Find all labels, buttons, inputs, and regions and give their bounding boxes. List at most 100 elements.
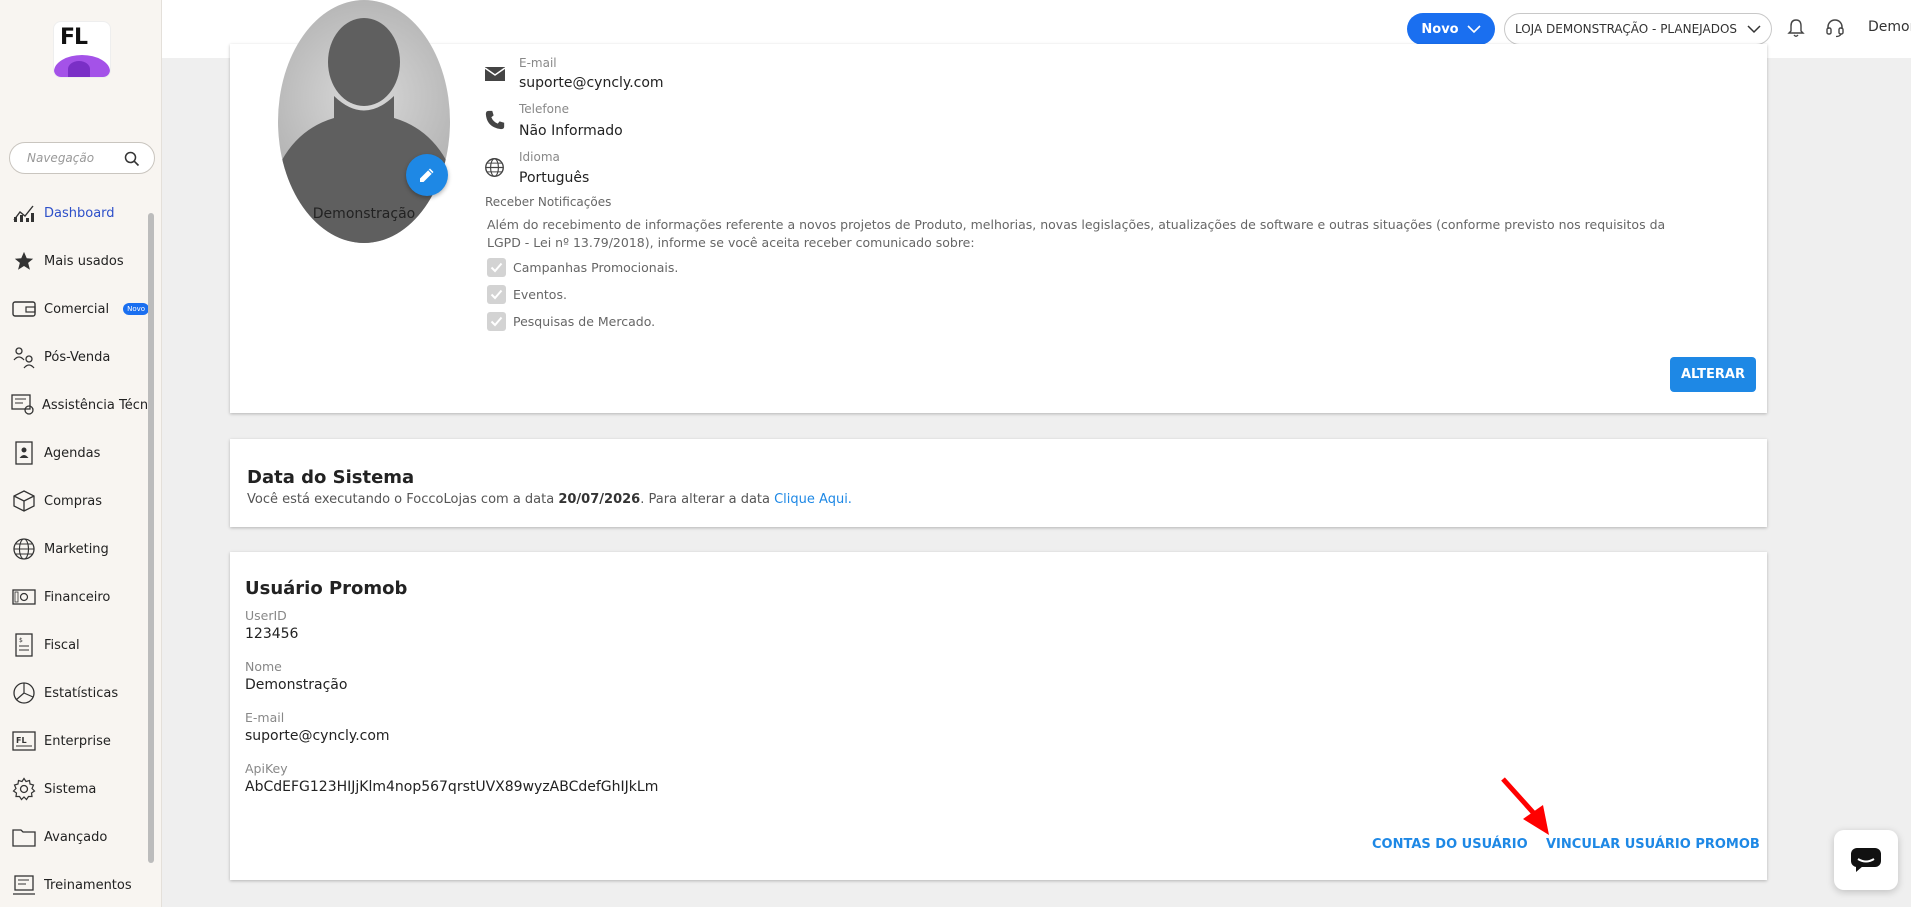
sidebar-item-financeiro[interactable]: Financeiro [0,577,150,617]
sidebar-item-label: Assistência Técn... [42,397,150,413]
checkbox[interactable] [487,312,506,331]
logo-text: FL [60,25,88,50]
alterar-button[interactable]: ALTERAR [1670,357,1756,392]
chevron-down-icon [1467,24,1481,33]
notifications-description: Além do recebimento de informações refer… [487,217,1666,250]
promob-email-label: E-mail [245,710,285,725]
chat-button[interactable] [1834,830,1898,890]
checkbox-campanhas[interactable]: Campanhas Promocionais. [487,258,678,277]
people-icon [11,344,37,370]
gear-icon [11,776,37,802]
pie-chart-icon [11,680,37,706]
checkbox[interactable] [487,285,506,304]
sidebar-item-label: Compras [44,493,103,509]
sidebar-item-label: Estatísticas [44,685,119,701]
money-icon [11,584,37,610]
bell-icon[interactable] [1787,18,1805,38]
email-label: E-mail [519,56,557,70]
navigation-search-input[interactable]: Navegação [9,142,155,174]
checkbox-eventos[interactable]: Eventos. [487,285,567,304]
system-date-card: Data do Sistema Você está executando o F… [230,439,1767,527]
new-badge: Novo [123,303,150,315]
check-icon [490,316,503,327]
checkbox[interactable] [487,258,506,277]
globe-icon [11,536,37,562]
user-menu-label: Demonstração [1868,19,1911,35]
sidebar-item-label: Fiscal [44,637,80,653]
language-label: Idioma [519,150,560,164]
promob-title: Usuário Promob [245,578,408,599]
sidebar-item-mais-usados[interactable]: Mais usados [0,241,150,281]
sidebar-item-comercial[interactable]: Comercial Novo [0,289,150,329]
notifications-title: Receber Notificações [485,195,612,209]
sidebar-item-agendas[interactable]: Agendas [0,433,150,473]
change-date-link[interactable]: Clique Aqui. [774,492,852,507]
phone-icon [485,110,505,130]
app-logo[interactable]: FL [54,22,110,77]
sidebar-item-treinamentos[interactable]: Treinamentos [0,865,150,905]
wallet-icon [11,296,37,322]
promob-email-value: suporte@cyncly.com [245,728,390,744]
sidebar-item-estatisticas[interactable]: Estatísticas [0,673,150,713]
assistance-icon [11,392,35,418]
sidebar-item-compras[interactable]: Compras [0,481,150,521]
check-icon [490,262,503,273]
sidebar-item-label: Avançado [44,829,108,845]
sidebar-item-label: Mais usados [44,253,124,269]
apikey-label: ApiKey [245,761,288,776]
sidebar-item-label: Comercial [44,301,110,317]
sidebar-item-pos-venda[interactable]: Pós-Venda [0,337,150,377]
language-value: Português [519,170,590,186]
edit-photo-button[interactable] [406,154,448,196]
sidebar-item-label: Dashboard [44,205,115,221]
new-button[interactable]: Novo [1407,13,1495,45]
sidebar-item-label: Marketing [44,541,109,557]
sidebar-item-label: Sistema [44,781,97,797]
userid-label: UserID [245,608,287,623]
headset-icon[interactable] [1825,18,1845,38]
sidebar-item-marketing[interactable]: Marketing [0,529,150,569]
user-menu[interactable]: Demonstração [1868,19,1911,35]
check-icon [490,289,503,300]
system-date-value: 20/07/2026 [558,492,641,507]
sidebar-item-label: Treinamentos [44,877,132,893]
sidebar-item-enterprise[interactable]: FL Enterprise [0,721,150,761]
apikey-value: AbCdEFG123HIJjKlm4nop567qrstUVX89wyzABCd… [245,779,659,795]
checkbox-label: Pesquisas de Mercado. [513,314,656,329]
profile-name: Demonstração [312,206,416,222]
chevron-down-icon [1747,24,1761,33]
system-date-title: Data do Sistema [247,467,415,488]
store-select-label: LOJA DEMONSTRAÇÃO - PLANEJADOS [1514,22,1738,36]
new-button-label: Novo [1421,21,1459,37]
link-promob-user-button[interactable]: VINCULAR USUÁRIO PROMOB [1546,837,1760,852]
profile-card: Demonstração E-mail suporte@cyncly.com T… [230,0,1767,413]
email-value: suporte@cyncly.com [519,75,664,91]
sidebar-scrollbar[interactable] [148,213,154,863]
agenda-icon [11,440,37,466]
dashboard-icon [11,200,37,226]
checkbox-label: Campanhas Promocionais. [513,260,679,275]
phone-value: Não Informado [519,123,623,139]
star-icon [11,248,37,274]
pencil-icon [420,168,434,182]
mail-icon [484,67,506,81]
sidebar-item-avancado[interactable]: Avançado [0,817,150,857]
search-placeholder: Navegação [27,151,95,165]
sidebar-item-dashboard[interactable]: Dashboard [0,193,150,233]
sidebar-item-sistema[interactable]: Sistema [0,769,150,809]
globe-icon [485,158,504,177]
store-select[interactable]: LOJA DEMONSTRAÇÃO - PLANEJADOS [1504,13,1772,45]
sidebar-item-assistencia-tecnica[interactable]: Assistência Técn... [0,385,150,425]
sidebar-item-label: Financeiro [44,589,111,605]
sidebar: FL Navegação Dashboard Mais usados Comer… [0,0,162,907]
box-icon [11,488,37,514]
sidebar-item-fiscal[interactable]: $ Fiscal [0,625,150,665]
svg-text:FL: FL [16,736,27,745]
folder-icon [11,824,37,850]
phone-label: Telefone [519,102,569,116]
checkbox-label: Eventos. [513,287,567,302]
sidebar-item-label: Enterprise [44,733,111,749]
annotation-arrow-icon [1501,777,1549,835]
checkbox-pesquisas[interactable]: Pesquisas de Mercado. [487,312,655,331]
training-icon [11,872,37,898]
